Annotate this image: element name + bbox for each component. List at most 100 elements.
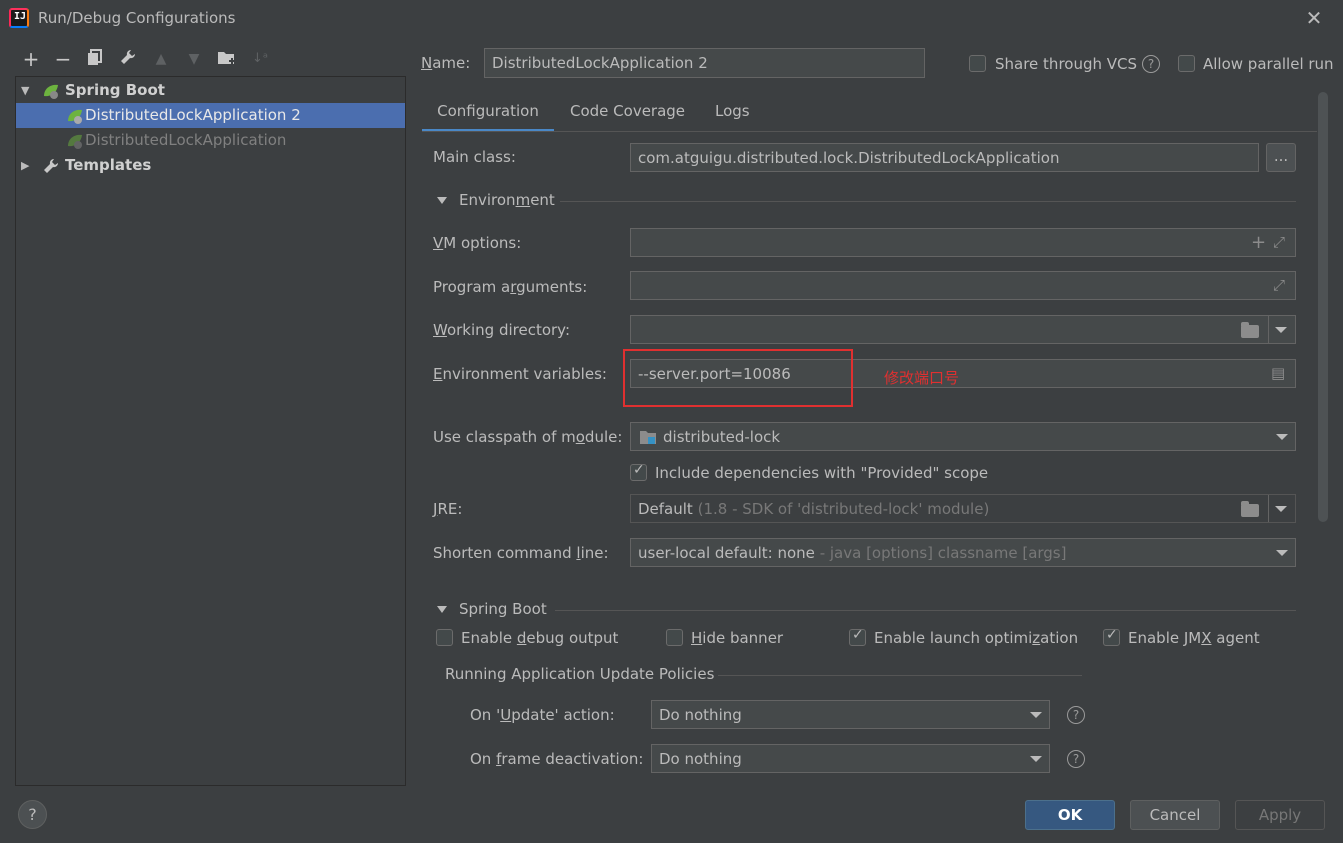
expand-icon[interactable]: ⤢ xyxy=(1273,233,1285,251)
working-dir-label: Working directory: xyxy=(433,321,571,339)
env-vars-label: Environment variables: xyxy=(433,365,607,383)
cancel-button[interactable]: Cancel xyxy=(1130,800,1220,830)
share-vcs-label: Share through VCS xyxy=(995,55,1138,73)
module-folder-icon xyxy=(640,431,656,444)
spring-boot-run-icon xyxy=(68,134,82,149)
spring-boot-icon xyxy=(44,84,58,99)
jmx-agent-checkbox[interactable] xyxy=(1103,627,1120,646)
wrench-icon[interactable] xyxy=(117,48,139,70)
update-action-dropdown[interactable]: Do nothing xyxy=(651,700,1050,729)
vertical-scrollbar[interactable] xyxy=(1318,92,1328,522)
jmx-agent-label: Enable JMX agent xyxy=(1128,629,1260,647)
remove-icon[interactable]: − xyxy=(52,48,74,70)
tab-logs[interactable]: Logs xyxy=(715,98,750,132)
hide-banner-checkbox[interactable] xyxy=(666,629,683,646)
allow-parallel-label: Allow parallel run xyxy=(1203,55,1334,73)
tree-group-templates[interactable]: ▶ Templates xyxy=(16,153,405,178)
close-icon[interactable]: ✕ xyxy=(1302,6,1326,30)
frame-deactivation-dropdown[interactable]: Do nothing xyxy=(651,744,1050,773)
browse-main-class-button[interactable]: ... xyxy=(1266,143,1296,172)
tree-item-label: DistributedLockApplication xyxy=(85,131,287,149)
move-up-icon[interactable]: ▲ xyxy=(150,48,172,70)
dropdown-divider xyxy=(1268,316,1269,343)
tree-label-templates: Templates xyxy=(65,156,152,174)
copy-icon[interactable] xyxy=(84,48,106,70)
update-action-label: On 'Update' action: xyxy=(470,706,615,724)
add-icon[interactable]: + xyxy=(20,48,42,70)
tree-item-config-2[interactable]: DistributedLockApplication 2 xyxy=(16,103,405,128)
sort-icon[interactable]: ↓ᵃ xyxy=(249,48,271,70)
chevron-down-icon[interactable] xyxy=(1276,434,1288,440)
name-field[interactable]: DistributedLockApplication 2 xyxy=(484,48,925,78)
chevron-down-icon[interactable] xyxy=(1030,756,1042,762)
spring-boot-run-icon xyxy=(68,109,82,124)
name-label: Name: xyxy=(421,54,471,72)
chevron-down-icon[interactable] xyxy=(1275,506,1287,512)
working-dir-field[interactable] xyxy=(630,315,1296,344)
help-icon[interactable]: ? xyxy=(1067,750,1085,768)
environment-header[interactable]: Environment xyxy=(459,191,555,209)
chevron-down-icon[interactable] xyxy=(1276,550,1288,556)
window-title: Run/Debug Configurations xyxy=(38,9,236,27)
vm-options-field[interactable]: + ⤢ xyxy=(630,228,1296,257)
frame-deactivation-label: On frame deactivation: xyxy=(470,750,644,768)
environment-divider xyxy=(560,201,1296,202)
jre-label: JRE: xyxy=(433,500,463,518)
shorten-dropdown[interactable]: user-local default: none - java [options… xyxy=(630,538,1296,567)
expand-icon[interactable]: ⤢ xyxy=(1273,276,1285,294)
classpath-dropdown[interactable]: distributed-lock xyxy=(630,422,1296,451)
shorten-value: user-local default: none - java [options… xyxy=(638,544,1067,562)
folder-icon[interactable] xyxy=(1241,322,1259,338)
add-icon[interactable]: + xyxy=(1251,232,1266,253)
document-icon[interactable]: ▤ xyxy=(1271,364,1285,382)
vm-options-label: VM options: xyxy=(433,234,522,252)
tree-group-spring-boot[interactable]: ▼ Spring Boot xyxy=(16,78,405,103)
debug-output-label: Enable debug output xyxy=(461,629,619,647)
collapse-caret-icon[interactable]: ▶ xyxy=(21,153,29,178)
apply-button[interactable]: Apply xyxy=(1235,800,1325,830)
allow-parallel-checkbox[interactable] xyxy=(1178,55,1195,72)
chevron-down-icon[interactable] xyxy=(1030,712,1042,718)
tab-code-coverage[interactable]: Code Coverage xyxy=(570,98,685,132)
help-button[interactable]: ? xyxy=(18,800,47,829)
folder-icon[interactable] xyxy=(1241,501,1259,517)
dropdown-divider xyxy=(1268,495,1269,522)
share-vcs-checkbox[interactable] xyxy=(969,55,986,72)
expand-caret-icon[interactable]: ▼ xyxy=(21,78,29,103)
include-deps-checkbox[interactable] xyxy=(630,462,647,481)
collapse-spring-boot-icon[interactable] xyxy=(437,606,447,613)
annotation-text: 修改端口号 xyxy=(884,369,960,387)
move-down-icon[interactable]: ▼ xyxy=(183,48,205,70)
intellij-app-icon: IJ xyxy=(9,8,29,28)
policies-header: Running Application Update Policies xyxy=(445,665,715,683)
main-class-field[interactable]: com.atguigu.distributed.lock.Distributed… xyxy=(630,143,1259,172)
tabs-divider xyxy=(422,131,1317,132)
chevron-down-icon[interactable] xyxy=(1275,327,1287,333)
launch-optimization-label: Enable launch optimization xyxy=(874,629,1079,647)
tree-item-label: DistributedLockApplication 2 xyxy=(85,106,301,124)
annotation-highlight-box xyxy=(623,349,853,407)
policies-divider xyxy=(718,675,1082,676)
program-args-label: Program arguments: xyxy=(433,278,588,296)
tree-item-config-1[interactable]: DistributedLockApplication xyxy=(16,128,405,153)
main-class-label: Main class: xyxy=(433,148,516,166)
spring-boot-header[interactable]: Spring Boot xyxy=(459,600,547,618)
ok-button[interactable]: OK xyxy=(1025,800,1115,830)
collapse-environment-icon[interactable] xyxy=(437,197,447,204)
include-deps-label: Include dependencies with "Provided" sco… xyxy=(655,464,989,482)
debug-output-checkbox[interactable] xyxy=(436,629,453,646)
new-folder-icon[interactable] xyxy=(216,48,238,70)
help-icon[interactable]: ? xyxy=(1142,55,1160,73)
spring-boot-divider xyxy=(555,610,1296,611)
jre-field[interactable]: Default (1.8 - SDK of 'distributed-lock'… xyxy=(630,494,1296,523)
shorten-label: Shorten command line: xyxy=(433,544,609,562)
help-icon[interactable]: ? xyxy=(1067,706,1085,724)
program-args-field[interactable]: ⤢ xyxy=(630,271,1296,300)
launch-optimization-checkbox[interactable] xyxy=(849,627,866,646)
classpath-label: Use classpath of module: xyxy=(433,428,623,446)
tab-configuration[interactable]: Configuration xyxy=(422,98,554,132)
jre-value: Default (1.8 - SDK of 'distributed-lock'… xyxy=(638,500,990,518)
wrench-icon xyxy=(44,158,59,173)
hide-banner-label: Hide banner xyxy=(691,629,784,647)
configuration-tree: ▼ Spring Boot DistributedLockApplication… xyxy=(15,76,406,786)
